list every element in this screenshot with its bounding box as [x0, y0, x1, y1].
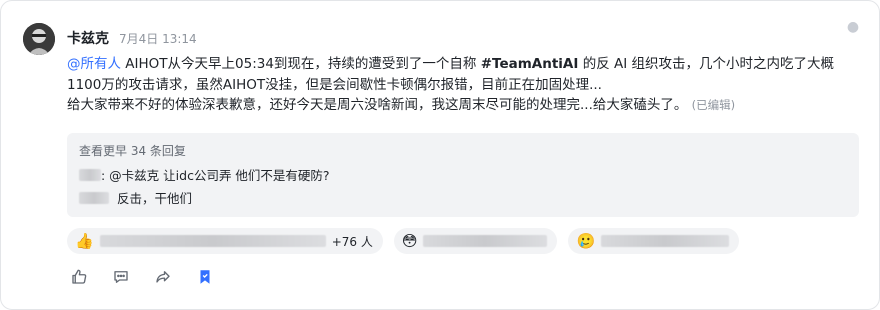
- like-button[interactable]: [67, 265, 91, 289]
- comment-icon: [114, 271, 128, 283]
- thumbs-up-emoji: 👍: [75, 232, 94, 250]
- smiling-tear-emoji: 🥲: [576, 232, 596, 250]
- edited-label: (已编辑): [691, 98, 736, 112]
- flushed-face-emoji: 😳: [401, 232, 418, 250]
- message-header: 卡兹克 7月4日 13:14: [67, 28, 197, 48]
- hashtag: #TeamAntiAI: [480, 56, 579, 72]
- replies-thread: 查看更早 34 条回复 : @卡兹克 让idc公司弄 他们不是有硬防? 反击，干…: [67, 133, 859, 217]
- reply-text: 反击，干他们: [117, 191, 193, 206]
- share-button[interactable]: [151, 265, 175, 289]
- mention-all[interactable]: @所有人: [67, 56, 121, 72]
- thumbs-up-icon: [72, 269, 87, 284]
- reaction-count: +76 人: [331, 234, 373, 249]
- more-options-button[interactable]: ●: [841, 15, 865, 39]
- reply-button[interactable]: [109, 265, 133, 289]
- blurred-username: [79, 168, 101, 181]
- reaction-flushed[interactable]: 😳: [393, 228, 558, 254]
- message-card: 卡兹克 7月4日 13:14 ● @所有人 AIHOT从今天早上05:34到现在…: [0, 0, 880, 310]
- reaction-smiling-tear[interactable]: 🥲: [568, 228, 740, 254]
- body-line1-a: AIHOT从今天早上05:34到现在，持续的遭受到了一个自称: [121, 56, 481, 72]
- timestamp: 7月4日 13:14: [119, 32, 197, 46]
- reply-item[interactable]: : @卡兹克 让idc公司弄 他们不是有硬防?: [79, 165, 330, 184]
- body-line2: 给大家带来不好的体验深表歉意，还好今天是周六没啥新闻，我这周末尽可能的处理完..…: [67, 97, 688, 113]
- author-name[interactable]: 卡兹克: [67, 28, 109, 48]
- blurred-reactors: [423, 235, 548, 247]
- blurred-username: [79, 191, 109, 204]
- blurred-reactors: [601, 235, 730, 247]
- action-bar: [67, 265, 235, 289]
- bookmark-icon: [200, 270, 210, 284]
- view-earlier-replies-link[interactable]: 查看更早 34 条回复: [79, 142, 186, 159]
- reply-item[interactable]: 反击，干他们: [79, 188, 192, 207]
- bookmark-button[interactable]: [193, 265, 217, 289]
- blurred-reactors: [99, 235, 326, 247]
- dot-icon: ●: [846, 19, 860, 35]
- reactions-bar: 👍 +76 人 😳 🥲: [67, 228, 750, 256]
- reply-text: : @卡兹克 让idc公司弄 他们不是有硬防?: [101, 168, 330, 183]
- reaction-thumbs-up[interactable]: 👍 +76 人: [67, 228, 383, 254]
- avatar[interactable]: [23, 23, 55, 55]
- share-icon: [156, 271, 170, 283]
- message-body: @所有人 AIHOT从今天早上05:34到现在，持续的遭受到了一个自称 #Tea…: [67, 54, 857, 116]
